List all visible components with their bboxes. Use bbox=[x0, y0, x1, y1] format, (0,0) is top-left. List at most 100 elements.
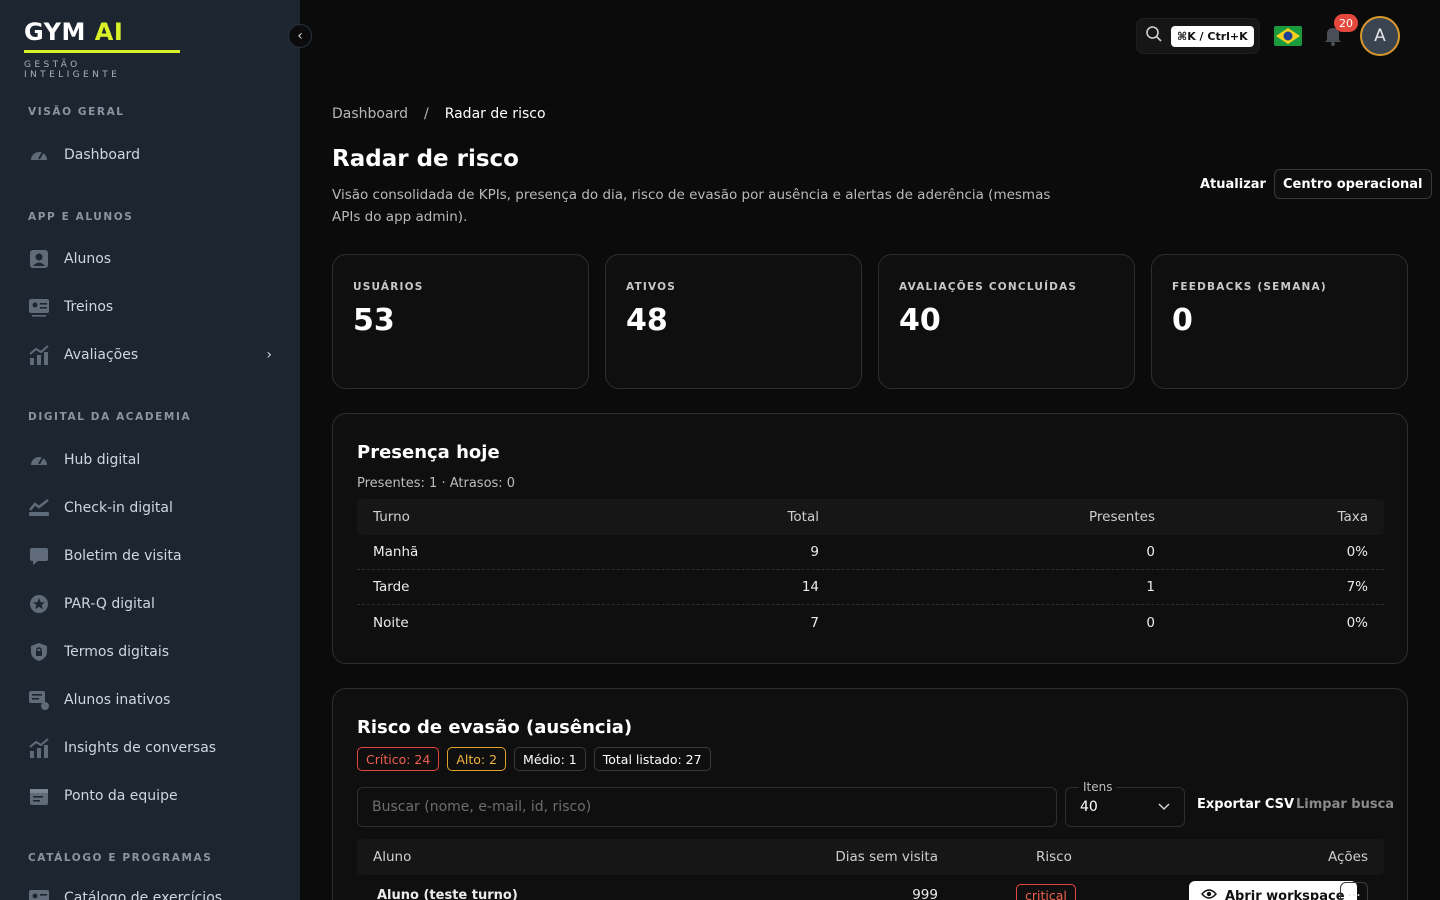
rate-cell: 0% bbox=[1346, 614, 1368, 631]
kpi-label: USUÁRIOS bbox=[353, 281, 424, 293]
table-row: Aluno (teste turno) 999 critical Abrir w… bbox=[357, 877, 1384, 900]
section-title-overview: VISÃO GERAL bbox=[28, 106, 125, 118]
brand-logo[interactable]: GYM AI GESTÃO INTELIGENTE bbox=[24, 18, 180, 80]
chart-icon bbox=[28, 344, 50, 366]
column-header: Dias sem visita bbox=[835, 849, 938, 865]
items-per-page-value: 40 bbox=[1080, 799, 1098, 815]
sidebar-item-insights[interactable]: Insights de conversas bbox=[28, 730, 276, 766]
column-header: Risco bbox=[1036, 849, 1072, 865]
kpi-card-feedbacks: FEEDBACKS (SEMANA) 0 bbox=[1151, 254, 1408, 389]
message-icon bbox=[28, 689, 50, 711]
brand-tagline: GESTÃO INTELIGENTE bbox=[24, 60, 121, 80]
user-avatar[interactable]: A bbox=[1360, 16, 1400, 56]
sidebar-item-label: Boletim de visita bbox=[64, 548, 182, 564]
sidebar-item-label: Avaliações bbox=[64, 347, 139, 363]
sidebar-item-ponto[interactable]: Ponto da equipe bbox=[28, 778, 276, 814]
chart-icon bbox=[28, 737, 50, 759]
risk-table-header: Aluno Dias sem visita Risco Ações bbox=[357, 839, 1384, 875]
present-cell: 0 bbox=[1146, 614, 1155, 631]
page-title: Radar de risco bbox=[332, 146, 519, 172]
brand-name-main: GYM bbox=[24, 18, 86, 46]
operational-center-button[interactable]: Centro operacional bbox=[1274, 169, 1432, 199]
sidebar-item-alunos[interactable]: Alunos bbox=[28, 241, 276, 277]
sidebar-item-checkin-digital[interactable]: Check-in digital bbox=[28, 490, 276, 526]
table-row: Tarde 14 1 7% bbox=[357, 570, 1384, 605]
sidebar-item-label: Check-in digital bbox=[64, 500, 173, 516]
star-icon bbox=[28, 593, 50, 615]
breadcrumb-separator: / bbox=[423, 106, 429, 122]
sidebar-item-hub-digital[interactable]: Hub digital bbox=[28, 442, 276, 478]
column-header: Total bbox=[787, 509, 819, 525]
kpi-label: FEEDBACKS (SEMANA) bbox=[1172, 281, 1327, 293]
risk-level-badge: critical bbox=[1016, 884, 1076, 900]
kpi-value: 40 bbox=[899, 303, 941, 338]
brand-underline bbox=[24, 50, 180, 53]
risk-summary-chips: Crítico: 24 Alto: 2 Médio: 1 Total lista… bbox=[357, 747, 711, 771]
sidebar: GYM AI GESTÃO INTELIGENTE VISÃO GERAL Da… bbox=[0, 0, 300, 900]
id-card-icon bbox=[28, 887, 50, 900]
sidebar-item-label: Alunos bbox=[64, 251, 112, 267]
breadcrumb: Dashboard / Radar de risco bbox=[332, 106, 546, 122]
export-csv-button[interactable]: Exportar CSV bbox=[1197, 797, 1294, 812]
breadcrumb-root[interactable]: Dashboard bbox=[332, 106, 408, 122]
column-header: Taxa bbox=[1337, 509, 1368, 525]
shift-cell: Tarde bbox=[373, 579, 410, 595]
student-name-cell[interactable]: Aluno (teste turno) bbox=[377, 877, 518, 900]
sidebar-item-label: PAR-Q digital bbox=[64, 596, 155, 612]
table-row: Noite 7 0 0% bbox=[357, 605, 1384, 640]
column-header: Aluno bbox=[373, 849, 412, 865]
sidebar-item-label: Catálogo de exercícios bbox=[64, 890, 223, 900]
kpi-label: AVALIAÇÕES CONCLUÍDAS bbox=[899, 281, 1078, 293]
medium-count-badge[interactable]: Médio: 1 bbox=[514, 747, 586, 771]
sidebar-item-catalogo[interactable]: Catálogo de exercícios bbox=[28, 880, 276, 900]
open-workspace-button[interactable]: Abrir workspace bbox=[1189, 881, 1357, 900]
clear-search-button[interactable]: Limpar busca bbox=[1296, 797, 1394, 812]
breadcrumb-current: Radar de risco bbox=[444, 106, 546, 122]
sidebar-item-termos[interactable]: Termos digitais bbox=[28, 634, 276, 670]
rate-cell: 0% bbox=[1346, 544, 1368, 560]
sidebar-item-label: Termos digitais bbox=[64, 644, 170, 660]
keyboard-shortcut-badge: ⌘K / Ctrl+K bbox=[1171, 25, 1254, 47]
sidebar-item-label: Insights de conversas bbox=[64, 740, 217, 756]
brand-name-accent: AI bbox=[94, 18, 124, 46]
rate-cell: 7% bbox=[1346, 579, 1368, 595]
shift-cell: Noite bbox=[373, 614, 409, 631]
refresh-button[interactable]: Atualizar bbox=[1200, 172, 1266, 196]
more-actions-button[interactable]: ··· bbox=[1340, 882, 1368, 900]
presence-summary: Presentes: 1 · Atrasos: 0 bbox=[357, 476, 516, 491]
section-title-catalog: CATÁLOGO E PROGRAMAS bbox=[28, 852, 213, 864]
sidebar-item-boletim[interactable]: Boletim de visita bbox=[28, 538, 276, 574]
high-count-badge[interactable]: Alto: 2 bbox=[447, 747, 507, 771]
sidebar-item-alunos-inativos[interactable]: Alunos inativos bbox=[28, 682, 276, 718]
total-listed-badge: Total listado: 27 bbox=[593, 747, 711, 771]
kpi-value: 53 bbox=[353, 303, 395, 338]
gauge-icon bbox=[28, 144, 50, 166]
gauge-icon bbox=[28, 449, 50, 471]
chevron-down-icon bbox=[1158, 799, 1170, 815]
kpi-label: ATIVOS bbox=[626, 281, 677, 293]
column-header: Ações bbox=[1327, 849, 1368, 865]
sidebar-item-label: Ponto da equipe bbox=[64, 788, 178, 804]
sidebar-item-dashboard[interactable]: Dashboard bbox=[28, 137, 276, 173]
chevron-right-icon: › bbox=[266, 347, 272, 363]
chat-icon bbox=[28, 545, 50, 567]
command-search-button[interactable]: ⌘K / Ctrl+K bbox=[1136, 18, 1260, 54]
notification-count-badge: 20 bbox=[1334, 14, 1358, 32]
kpi-value: 0 bbox=[1172, 303, 1193, 338]
presence-card: Presença hoje Presentes: 1 · Atrasos: 0 … bbox=[332, 413, 1408, 664]
sidebar-item-treinos[interactable]: Treinos bbox=[28, 289, 276, 325]
kpi-card-assessments: AVALIAÇÕES CONCLUÍDAS 40 bbox=[878, 254, 1135, 389]
search-icon bbox=[1145, 25, 1163, 47]
column-header: Turno bbox=[373, 509, 410, 525]
sidebar-item-avaliacoes[interactable]: Avaliações › bbox=[28, 337, 276, 373]
risk-search-input[interactable] bbox=[357, 787, 1057, 827]
sidebar-item-label: Hub digital bbox=[64, 452, 141, 468]
sidebar-collapse-button[interactable]: ‹ bbox=[288, 24, 312, 48]
section-title-app: APP E ALUNOS bbox=[28, 211, 134, 223]
kpi-card-users: USUÁRIOS 53 bbox=[332, 254, 589, 389]
critical-count-badge[interactable]: Crítico: 24 bbox=[357, 747, 440, 771]
sidebar-item-parq[interactable]: PAR-Q digital bbox=[28, 586, 276, 622]
kpi-value: 48 bbox=[626, 303, 668, 338]
brazil-flag-icon[interactable] bbox=[1274, 26, 1302, 46]
column-header: Presentes bbox=[1089, 509, 1155, 525]
